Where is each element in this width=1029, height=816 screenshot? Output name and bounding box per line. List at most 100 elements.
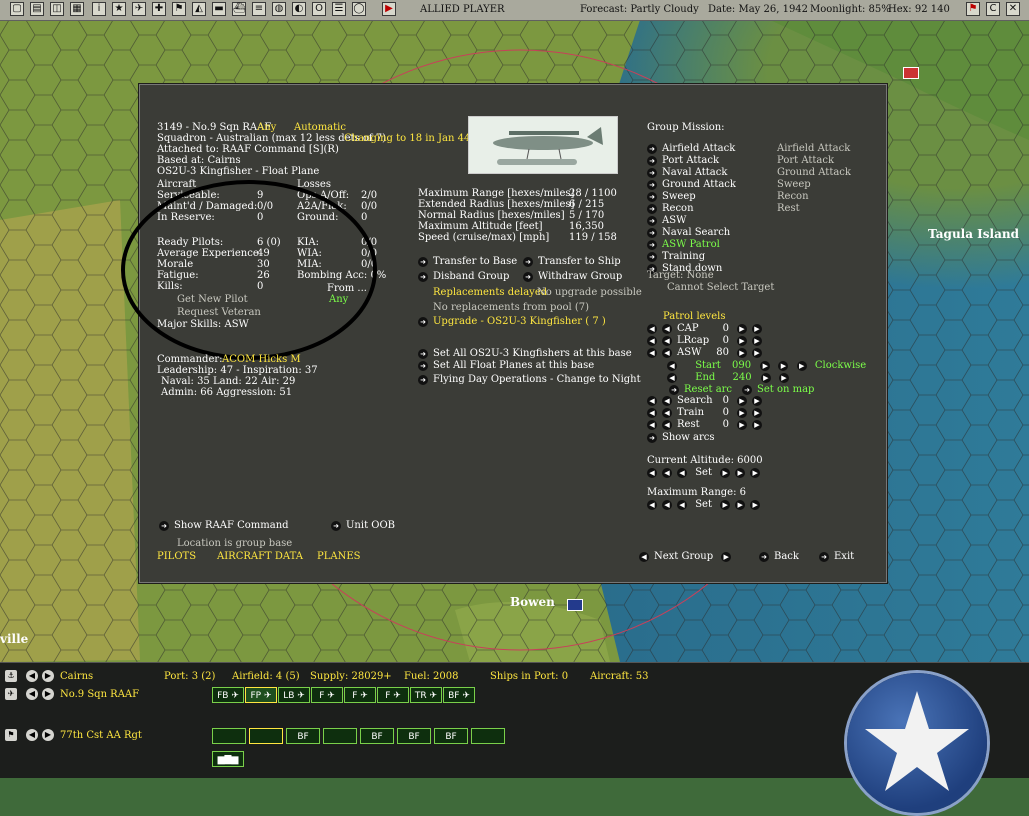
mission-item[interactable]: ➜ ASW: [647, 215, 686, 227]
ground-unit-name[interactable]: 77th Cst AA Rgt: [60, 730, 142, 742]
arrow-small-right-icon[interactable]: ▶: [720, 499, 731, 510]
replacements-delayed[interactable]: Replacements delayed: [433, 287, 547, 299]
mission-secondary-item[interactable]: Port Attack: [777, 155, 834, 167]
mission-secondary-item[interactable]: Airfield Attack: [777, 143, 850, 155]
star-icon[interactable]: ★: [112, 2, 126, 16]
flag-icon[interactable]: ⚑: [966, 2, 980, 16]
train-icon[interactable]: ≡: [252, 2, 266, 16]
air-group-chip[interactable]: F ✈: [344, 687, 376, 703]
arrow-fast-right-icon[interactable]: ▶: [752, 335, 762, 346]
list-icon[interactable]: ☰: [332, 2, 346, 16]
air-group-chip[interactable]: F ✈: [377, 687, 409, 703]
tab-planes[interactable]: PLANES: [317, 551, 361, 563]
arrow-fast-left-icon[interactable]: ◀: [647, 407, 657, 418]
arrow-left-icon[interactable]: ◀: [662, 323, 672, 334]
show-arcs-button[interactable]: ➜ Show arcs: [647, 432, 715, 444]
plane-icon[interactable]: ✈: [132, 2, 146, 16]
arrow-small-right-icon[interactable]: ▶: [720, 467, 731, 478]
unit-oob-button[interactable]: ➜ Unit OOB: [331, 520, 395, 532]
grid-icon[interactable]: ▤: [30, 2, 44, 16]
air-group-chip[interactable]: FP ✈: [245, 687, 277, 703]
arrow-right-icon[interactable]: ▶: [737, 395, 747, 406]
exit-button[interactable]: ➜ Exit: [819, 551, 854, 563]
ground-unit-chip[interactable]: BF: [286, 728, 320, 744]
arrow-fast-right-icon[interactable]: ▶: [752, 323, 762, 334]
tank-icon[interactable]: ▬: [212, 2, 226, 16]
range-set-button[interactable]: Set: [695, 499, 712, 510]
set-all-float-button[interactable]: ➜ Set All Float Planes at this base: [418, 360, 594, 372]
ground-unit-chip[interactable]: BF: [360, 728, 394, 744]
mission-secondary-item[interactable]: Recon: [777, 191, 809, 203]
cross-icon[interactable]: ✚: [152, 2, 166, 16]
ship-icon[interactable]: ⛴: [232, 2, 246, 16]
arrow-right-icon[interactable]: ▶: [735, 467, 746, 478]
table-icon[interactable]: ▦: [70, 2, 84, 16]
transfer-base-button[interactable]: ➜ Transfer to Base: [418, 256, 517, 268]
upgrade-button[interactable]: ➜ Upgrade - OS2U-3 Kingfisher ( 7 ): [418, 316, 606, 328]
ground-unit-chip[interactable]: [212, 728, 246, 744]
base-icon[interactable]: ⚓: [5, 670, 17, 682]
ground-unit-chip[interactable]: BF: [397, 728, 431, 744]
arrow-fast-right-icon[interactable]: ▶: [752, 347, 762, 358]
mission-item[interactable]: ➜ Recon: [647, 203, 694, 215]
arrow-fast-right-icon[interactable]: ▶: [750, 467, 761, 478]
ground-unit-chip[interactable]: [249, 728, 283, 744]
arrow-rotate-icon[interactable]: ▶: [796, 360, 807, 371]
mission-secondary-item[interactable]: Sweep: [777, 179, 811, 191]
arrow-fast-right-icon[interactable]: ▶: [779, 372, 789, 383]
withdraw-group-button[interactable]: ➜ Withdraw Group: [523, 271, 622, 283]
circle-icon[interactable]: ◯: [352, 2, 366, 16]
air-group-chip[interactable]: FB ✈: [212, 687, 244, 703]
arrow-fast-left-icon[interactable]: ◀: [647, 323, 657, 334]
group-name[interactable]: No.9 Sqn RAAF: [60, 689, 139, 701]
prev-unit-icon[interactable]: ◀: [26, 729, 38, 741]
airgroup-icon[interactable]: ✈: [5, 688, 17, 700]
back-button[interactable]: ➜ Back: [759, 551, 799, 563]
next-unit-icon[interactable]: ▶: [42, 729, 54, 741]
next-base-icon[interactable]: ▶: [42, 670, 54, 682]
arrow-right-icon[interactable]: ▶: [760, 360, 771, 371]
arrow-left-icon[interactable]: ◀: [662, 419, 672, 430]
air-group-chip[interactable]: TR ✈: [410, 687, 442, 703]
globe-icon[interactable]: ◍: [272, 2, 286, 16]
arrow-left-icon[interactable]: ◀: [662, 335, 672, 346]
next-group-button[interactable]: ◀ Next Group ▶: [639, 551, 736, 563]
od-icon[interactable]: O: [312, 2, 326, 16]
globe2-icon[interactable]: ◐: [292, 2, 306, 16]
prev-group-icon[interactable]: ◀: [26, 688, 38, 700]
show-raaf-command-button[interactable]: ➜ Show RAAF Command: [159, 520, 289, 532]
map-icon[interactable]: ◫: [50, 2, 64, 16]
play-icon[interactable]: ▶: [382, 2, 396, 16]
arrow-fast-right-icon[interactable]: ▶: [752, 395, 762, 406]
air-group-chip[interactable]: F ✈: [311, 687, 343, 703]
arrow-fast-right-icon[interactable]: ▶: [752, 419, 762, 430]
altitude-set-button[interactable]: Set: [695, 467, 712, 478]
air-group-chip[interactable]: LB ✈: [278, 687, 310, 703]
arrow-small-left-icon[interactable]: ◀: [677, 467, 687, 478]
arrow-left-icon[interactable]: ◀: [662, 467, 672, 478]
disband-group-button[interactable]: ➜ Disband Group: [418, 271, 509, 283]
next-group-icon[interactable]: ▶: [42, 688, 54, 700]
arrow-left-icon[interactable]: ◀: [662, 407, 672, 418]
arrow-left-icon[interactable]: ◀: [662, 347, 672, 358]
arrow-fast-left-icon[interactable]: ◀: [647, 467, 657, 478]
air-group-chip[interactable]: BF ✈: [443, 687, 475, 703]
clockwise-toggle[interactable]: Clockwise: [815, 360, 866, 371]
australia-flag-icon[interactable]: [567, 599, 583, 611]
mission-item[interactable]: ➜ Airfield Attack: [647, 143, 735, 155]
arrow-small-left-icon[interactable]: ◀: [677, 499, 687, 510]
arrow-right-icon[interactable]: ▶: [737, 347, 747, 358]
arrow-right-icon[interactable]: ▶: [737, 323, 747, 334]
arrow-left-icon[interactable]: ◀: [667, 360, 677, 371]
arrow-fast-left-icon[interactable]: ◀: [647, 499, 657, 510]
arrow-fast-right-icon[interactable]: ▶: [778, 360, 789, 371]
mission-item[interactable]: ➜ ASW Patrol: [647, 239, 720, 251]
ground-unit-icon[interactable]: ⚑: [5, 729, 17, 741]
arrow-fast-right-icon[interactable]: ▶: [750, 499, 761, 510]
arrow-fast-left-icon[interactable]: ◀: [647, 335, 657, 346]
ground-unit-chip[interactable]: [471, 728, 505, 744]
base-name[interactable]: Cairns: [60, 671, 93, 683]
arrow-fast-left-icon[interactable]: ◀: [647, 347, 657, 358]
flying-day-button[interactable]: ➜ Flying Day Operations - Change to Night: [418, 374, 641, 386]
mission-item[interactable]: ➜ Training: [647, 251, 705, 263]
